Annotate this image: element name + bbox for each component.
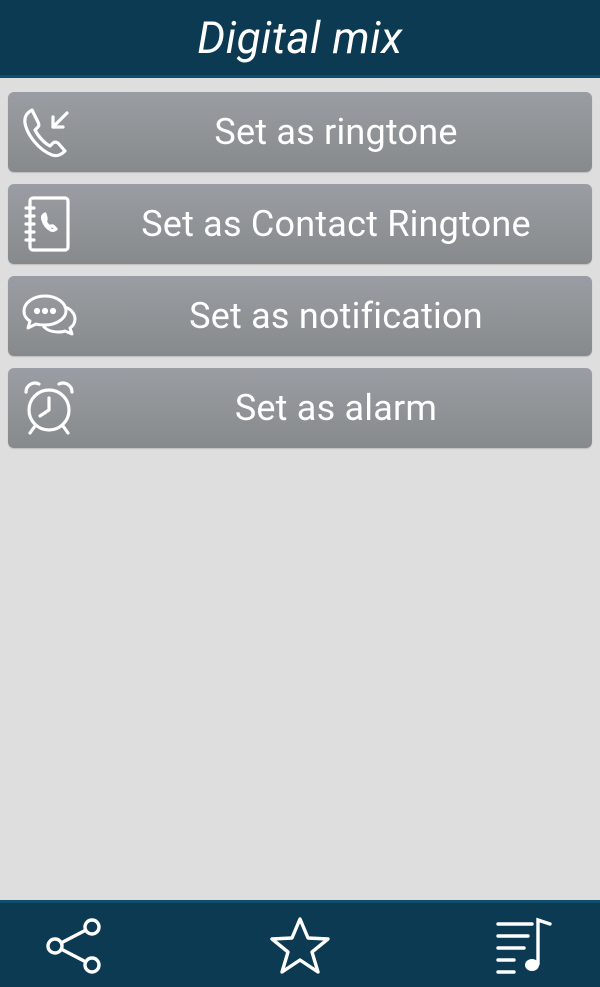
set-as-contact-ringtone-label: Set as Contact Ringtone: [141, 203, 531, 245]
set-as-alarm-label: Set as alarm: [234, 387, 438, 429]
playlist-button[interactable]: [490, 913, 560, 983]
set-as-ringtone-label: Set as ringtone: [214, 111, 458, 153]
incoming-call-icon: [18, 100, 80, 164]
playlist-icon: [492, 914, 558, 982]
set-as-ringtone-button[interactable]: Set as ringtone: [8, 92, 592, 172]
set-as-alarm-button[interactable]: Set as alarm: [8, 368, 592, 448]
star-icon: [268, 915, 332, 981]
page-title: Digital mix: [197, 11, 403, 64]
share-icon: [43, 915, 105, 981]
app-header: Digital mix: [0, 0, 600, 78]
alarm-clock-icon: [18, 376, 80, 440]
action-list: Set as ringtone Set as Contact Ringtone: [8, 92, 592, 460]
chat-bubbles-icon: [18, 284, 80, 348]
set-as-notification-label: Set as notification: [189, 295, 483, 337]
share-button[interactable]: [39, 913, 109, 983]
set-as-notification-button[interactable]: Set as notification: [8, 276, 592, 356]
favorite-button[interactable]: [265, 913, 335, 983]
bottom-toolbar: [0, 900, 600, 987]
set-as-contact-ringtone-button[interactable]: Set as Contact Ringtone: [8, 184, 592, 264]
contact-book-icon: [18, 192, 80, 256]
